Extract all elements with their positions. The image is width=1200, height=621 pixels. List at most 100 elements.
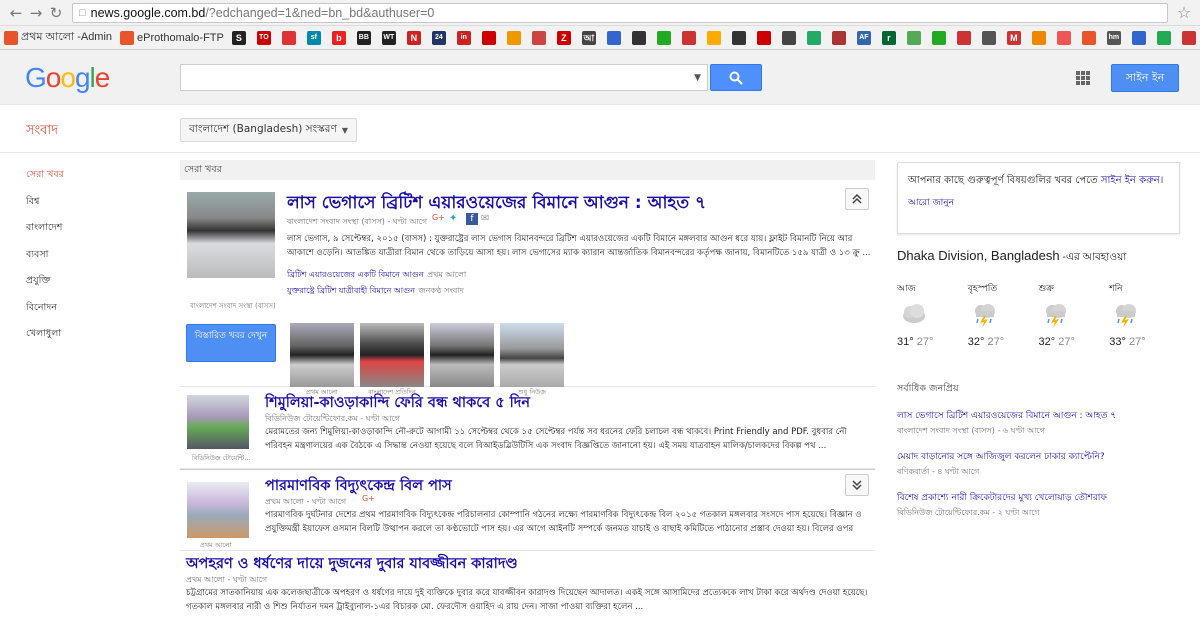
bookmark-item[interactable]: b <box>331 30 349 45</box>
reload-icon[interactable]: ↻ <box>46 4 66 22</box>
bookmark-item[interactable] <box>1131 30 1149 45</box>
story-thumbnail[interactable] <box>187 192 275 278</box>
bookmark-item[interactable]: 24 <box>431 30 449 45</box>
popular-link[interactable]: লাস ভেগাসে ব্রিটিশ এয়ারওয়েজের বিমানে আ… <box>897 408 1180 423</box>
bookmark-item[interactable] <box>281 30 299 45</box>
search-dropdown-icon[interactable]: ▼ <box>694 73 701 83</box>
more-coverage-button[interactable]: বিস্তারিত খবর দেখুন <box>186 324 276 362</box>
sidebar-item-bangladesh[interactable]: বাংলাদেশ <box>26 221 156 248</box>
weather-day: বৃহস্পতি 32° 27° <box>968 281 1039 348</box>
popular-item: বিশেষ প্রকাশ্যে নারী ক্রিকেটারদের মুখ্য … <box>897 490 1180 520</box>
related-link[interactable]: যুক্তরাষ্ট্রে ব্রিটিশ যাত্রীবাহী বিমানে … <box>287 286 415 295</box>
bookmark-item[interactable]: N <box>406 30 424 45</box>
sidebar-item-business[interactable]: ব্যবসা <box>26 248 156 275</box>
forward-icon[interactable]: → <box>26 4 46 22</box>
story-snippet: পারমাণবিক দুর্ঘটনার দেশের প্রথম পারমাণবি… <box>265 510 862 534</box>
learn-more-link[interactable]: আরো জানুন <box>908 195 1169 211</box>
bookmark-item[interactable]: AF <box>856 30 874 45</box>
bookmark-item[interactable]: প্রথম আলো -Admin <box>4 28 112 47</box>
bookmark-item[interactable] <box>931 30 949 45</box>
bookmark-item[interactable]: M <box>1006 30 1024 45</box>
bookmark-item[interactable] <box>606 30 624 45</box>
bookmark-item[interactable] <box>481 30 499 45</box>
apps-grid-icon[interactable] <box>1076 71 1090 85</box>
bookmark-item[interactable] <box>506 30 524 45</box>
bookmark-icon: N <box>406 30 421 45</box>
bookmark-item[interactable] <box>1156 30 1174 45</box>
bookmark-item[interactable]: S <box>231 30 249 45</box>
bookmark-item[interactable]: hm <box>1106 30 1124 45</box>
google-logo[interactable]: Google <box>25 62 110 94</box>
back-icon[interactable]: ← <box>6 4 26 22</box>
bookmark-item[interactable] <box>706 30 724 45</box>
search-button[interactable] <box>710 64 762 91</box>
gallery-photo <box>360 323 424 387</box>
thumbnail-caption: বিডিনিউজ টোয়েন্টি... <box>192 454 251 462</box>
popular-link[interactable]: মেয়াদ বাড়ানোর সঙ্গে আজিজুল করলেন ঢাকার… <box>897 449 1180 464</box>
bookmark-icon <box>706 30 721 45</box>
sidebar-item-top-stories[interactable]: সেরা খবর <box>26 168 156 195</box>
related-link[interactable]: ব্রিটিশ এয়ারওয়েজের একটি বিমানে আগুন <box>287 270 424 279</box>
expand-button[interactable] <box>845 474 869 496</box>
bookmark-item[interactable] <box>1031 30 1049 45</box>
story-thumbnail[interactable] <box>187 482 249 538</box>
temp-low: 27° <box>1058 336 1075 348</box>
search-input[interactable]: ▼ <box>180 64 708 91</box>
bookmark-icon <box>506 30 521 45</box>
bookmark-item[interactable] <box>831 30 849 45</box>
weather-day: শনি 33° 27° <box>1109 281 1180 348</box>
address-bar[interactable]: □ news.google.com.bd/?edchanged=1&ned=bn… <box>72 2 1168 23</box>
bookmark-star-icon[interactable]: ☆ <box>1174 3 1194 22</box>
bookmarks-bar: প্রথম আলো -Admin eProthomalo-FTP S TO sf b BB W… <box>0 26 1200 50</box>
edition-dropdown[interactable]: বাংলাদেশ (Bangladesh) সংস্করণ ▼ <box>180 118 357 142</box>
bookmark-item[interactable]: আ <box>581 30 599 45</box>
facebook-icon[interactable]: f <box>466 213 478 225</box>
bookmark-item[interactable] <box>656 30 674 45</box>
collapse-button[interactable] <box>845 188 869 210</box>
bookmark-item[interactable]: Z <box>556 30 574 45</box>
bookmark-item[interactable] <box>1181 30 1199 45</box>
weather-location[interactable]: Dhaka Division, Bangladesh <box>897 248 1060 263</box>
sidebar-item-entertainment[interactable]: বিনোদন <box>26 301 156 328</box>
sidebar-item-technology[interactable]: প্রযুক্তি <box>26 274 156 301</box>
bookmark-icon: BB <box>356 30 371 45</box>
signin-button[interactable]: সাইন ইন <box>1111 64 1179 92</box>
sidebar-item-sports[interactable]: খেলাধুলা <box>26 327 156 354</box>
bookmark-item[interactable] <box>731 30 749 45</box>
bookmark-item[interactable]: in <box>456 30 474 45</box>
bookmark-item[interactable]: sf <box>306 30 324 45</box>
popular-link[interactable]: বিশেষ প্রকাশ্যে নারী ক্রিকেটারদের মুখ্য … <box>897 490 1180 505</box>
promo-signin-link[interactable]: সাইন ইন করুন। <box>1101 175 1163 186</box>
bookmark-item[interactable] <box>906 30 924 45</box>
google-plus-icon[interactable]: G+ <box>432 213 446 224</box>
bookmark-item[interactable] <box>781 30 799 45</box>
bookmark-item[interactable]: BB <box>356 30 374 45</box>
bookmark-item[interactable] <box>981 30 999 45</box>
bookmark-item[interactable] <box>1056 30 1074 45</box>
weather-temp: 32° 27° <box>1039 336 1110 348</box>
weather-temp: 33° 27° <box>1109 336 1180 348</box>
bookmark-item[interactable] <box>631 30 649 45</box>
twitter-icon[interactable]: ✦ <box>449 213 463 224</box>
bookmark-item[interactable] <box>756 30 774 45</box>
story-snippet: লাস ভেগাস, ৯ সেপ্টেম্বর, ২০১৫ (বাসস) : য… <box>287 234 871 258</box>
story-headline[interactable]: লাস ভেগাসে ব্রিটিশ এয়ারওয়েজের বিমানে আ… <box>287 190 706 218</box>
bookmark-item[interactable]: r <box>881 30 899 45</box>
chevron-down-icon <box>852 480 862 490</box>
main-column: সেরা খবর বাংলাদেশ সংবাদ সংস্থা (বাসস) লা… <box>180 160 875 621</box>
story-thumbnail[interactable] <box>187 395 249 449</box>
bookmark-item[interactable]: WT <box>381 30 399 45</box>
related-source: জনকণ্ঠ সংবাদ <box>418 286 464 295</box>
email-icon[interactable]: ✉ <box>481 213 495 224</box>
bookmark-item[interactable] <box>806 30 824 45</box>
bookmark-item[interactable] <box>956 30 974 45</box>
bookmark-item[interactable] <box>531 30 549 45</box>
bookmark-icon <box>1156 30 1171 45</box>
bookmark-item[interactable]: TO <box>256 30 274 45</box>
bookmark-item[interactable]: eProthomalo-FTP <box>120 30 224 45</box>
bookmark-item[interactable] <box>1081 30 1099 45</box>
google-plus-icon[interactable]: G+ <box>362 494 375 503</box>
bookmark-item[interactable] <box>681 30 699 45</box>
sidebar-item-world[interactable]: বিশ্ব <box>26 195 156 222</box>
bookmark-icon: r <box>881 30 896 45</box>
